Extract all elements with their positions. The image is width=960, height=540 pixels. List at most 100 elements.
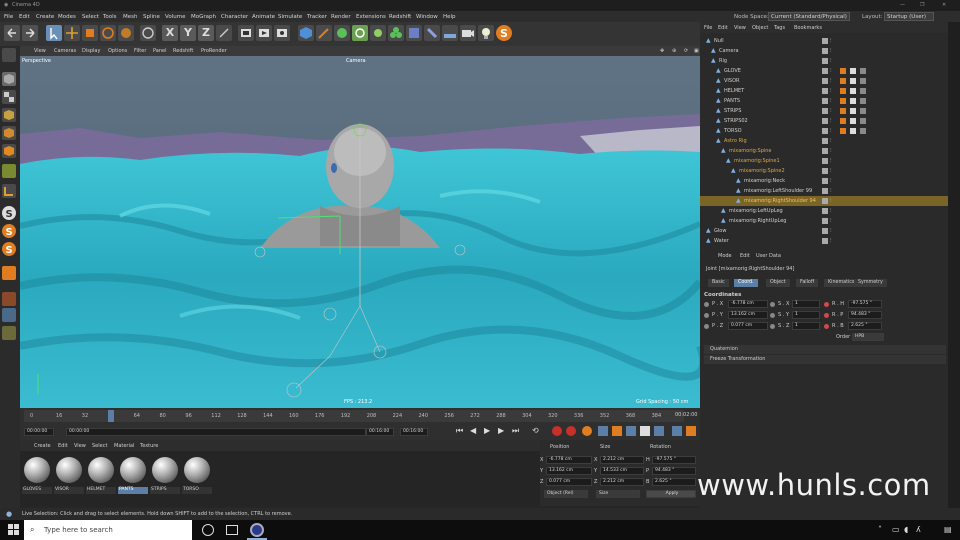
attribute-tab[interactable]: Object bbox=[766, 279, 790, 287]
visibility-check-icon[interactable] bbox=[822, 98, 828, 104]
viewport-menu-options[interactable]: Options bbox=[108, 48, 127, 54]
object-row[interactable]: ▲ TORSO ⁝ bbox=[700, 126, 948, 136]
model-mode-icon[interactable] bbox=[2, 72, 16, 86]
editor-render-dots-icon[interactable]: ⁝ bbox=[830, 216, 832, 226]
cube-icon[interactable] bbox=[298, 25, 314, 41]
coordinate-mode-select[interactable]: Object (Rel) bbox=[544, 490, 588, 498]
editor-render-dots-icon[interactable]: ⁝ bbox=[830, 56, 832, 66]
material-tag-icon[interactable] bbox=[840, 78, 846, 84]
preview-min-field[interactable]: 00:00:00 bbox=[66, 428, 366, 436]
menu-modes[interactable]: Modes bbox=[58, 14, 76, 20]
texture-mode-icon[interactable] bbox=[2, 90, 16, 104]
editor-render-dots-icon[interactable]: ⁝ bbox=[830, 156, 832, 166]
editor-render-dots-icon[interactable]: ⁝ bbox=[830, 36, 832, 46]
viewport-perspective[interactable]: Perspective Camera FPS : 213.2 Grid Spac… bbox=[20, 56, 700, 408]
animate-dot-icon[interactable] bbox=[824, 313, 829, 318]
workplane-icon[interactable] bbox=[2, 266, 16, 280]
texture-tag-icon[interactable] bbox=[850, 128, 856, 134]
animate-dot-icon[interactable] bbox=[824, 324, 829, 329]
redo-button[interactable] bbox=[22, 25, 38, 41]
size-z-field[interactable]: 2.212 cm bbox=[600, 478, 644, 486]
visibility-check-icon[interactable] bbox=[822, 138, 828, 144]
viewport-menu-panel[interactable]: Panel bbox=[153, 48, 167, 54]
object-menu-tags[interactable]: Tags bbox=[774, 25, 785, 31]
subdivision-icon[interactable] bbox=[334, 25, 350, 41]
rotation-h-field[interactable]: -97.575 ° bbox=[652, 456, 696, 464]
node-space-select[interactable]: Current (Standard/Physical) bbox=[768, 12, 850, 21]
order-select[interactable]: HPB bbox=[852, 333, 884, 341]
material-tag-icon[interactable] bbox=[840, 88, 846, 94]
apply-button[interactable]: Apply bbox=[646, 490, 696, 498]
object-row[interactable]: ▲ STRIPS02 ⁝ bbox=[700, 116, 948, 126]
position-z-field[interactable]: 0.077 cm bbox=[546, 478, 592, 486]
attribute-tab[interactable]: Falloff bbox=[796, 279, 819, 287]
editor-render-dots-icon[interactable]: ⁝ bbox=[830, 76, 832, 86]
material-swatch[interactable]: STRIPS bbox=[150, 455, 180, 494]
attr-rotation-field[interactable]: 2.625 ° bbox=[848, 322, 882, 330]
visibility-check-icon[interactable] bbox=[822, 158, 828, 164]
menu-redshift[interactable]: Redshift bbox=[389, 14, 411, 20]
rotate-icon[interactable] bbox=[100, 25, 116, 41]
menu-mograph[interactable]: MoGraph bbox=[191, 14, 216, 20]
scale-key-button[interactable] bbox=[612, 426, 622, 436]
object-row[interactable]: ▲ mixamorig:LeftShoulder 99 ⁝ bbox=[700, 186, 948, 196]
menu-tools[interactable]: Tools bbox=[103, 14, 117, 20]
editor-render-dots-icon[interactable]: ⁝ bbox=[830, 186, 832, 196]
keyframe-selection-button[interactable] bbox=[582, 426, 592, 436]
undo-button[interactable] bbox=[4, 25, 20, 41]
editor-render-dots-icon[interactable]: ⁝ bbox=[830, 236, 832, 246]
weight-tag-icon[interactable] bbox=[860, 88, 866, 94]
visibility-check-icon[interactable] bbox=[822, 78, 828, 84]
minimize-button[interactable]: — bbox=[900, 2, 905, 8]
object-mode-icon[interactable] bbox=[140, 25, 156, 41]
scale-icon[interactable] bbox=[82, 25, 98, 41]
viewport-zoom-icon[interactable]: ⊕ bbox=[672, 48, 676, 54]
weight-tag-icon[interactable] bbox=[860, 118, 866, 124]
editor-render-dots-icon[interactable]: ⁝ bbox=[830, 66, 832, 76]
material-tag-icon[interactable] bbox=[840, 68, 846, 74]
texture-tag-icon[interactable] bbox=[850, 98, 856, 104]
object-row[interactable]: ▲ mixamorig:RightUpLeg ⁝ bbox=[700, 216, 948, 226]
animate-dot-icon[interactable] bbox=[704, 313, 709, 318]
timeline-window-button[interactable] bbox=[672, 426, 682, 436]
next-frame-button[interactable]: ▶ bbox=[498, 426, 504, 435]
floor-icon[interactable] bbox=[442, 25, 458, 41]
material-tag-icon[interactable] bbox=[840, 128, 846, 134]
size-y-field[interactable]: 14.533 cm bbox=[600, 467, 644, 475]
attr-rotation-field[interactable]: 94.483 ° bbox=[848, 311, 882, 319]
visibility-check-icon[interactable] bbox=[822, 168, 828, 174]
menu-edit[interactable]: Edit bbox=[19, 14, 30, 20]
viewport-toggle-icon[interactable]: ▣ bbox=[694, 48, 699, 54]
material-tag-icon[interactable] bbox=[840, 98, 846, 104]
rotation-b-field[interactable]: 2.625 ° bbox=[652, 478, 696, 486]
axis-mode-icon[interactable] bbox=[2, 164, 16, 178]
attr-rotation-field[interactable]: -97.575 ° bbox=[848, 300, 882, 308]
object-row[interactable]: ▲ GLOVE ⁝ bbox=[700, 66, 948, 76]
material-menu-create[interactable]: Create bbox=[34, 443, 51, 449]
viewport-menu-cameras[interactable]: Cameras bbox=[54, 48, 76, 54]
object-row[interactable]: ▲ Rig ⁝ bbox=[700, 56, 948, 66]
rotation-p-field[interactable]: 94.483 ° bbox=[652, 467, 696, 475]
material-swatch[interactable]: VISOR bbox=[54, 455, 84, 494]
visibility-check-icon[interactable] bbox=[822, 48, 828, 54]
visibility-check-icon[interactable] bbox=[822, 188, 828, 194]
paint-icon[interactable] bbox=[2, 292, 16, 306]
position-y-field[interactable]: 13.162 cm bbox=[546, 467, 592, 475]
playhead[interactable] bbox=[108, 410, 114, 422]
material-menu-view[interactable]: View bbox=[74, 443, 86, 449]
editor-render-dots-icon[interactable]: ⁝ bbox=[830, 136, 832, 146]
editor-render-dots-icon[interactable]: ⁝ bbox=[830, 116, 832, 126]
material-tag-icon[interactable] bbox=[840, 118, 846, 124]
cinema4d-taskbar-icon[interactable] bbox=[250, 523, 264, 537]
editor-render-dots-icon[interactable]: ⁝ bbox=[830, 196, 832, 206]
visibility-check-icon[interactable] bbox=[822, 38, 828, 44]
object-row[interactable]: ▲ STRIPS ⁝ bbox=[700, 106, 948, 116]
notifications-icon[interactable]: ▤ bbox=[944, 525, 952, 534]
object-row[interactable]: ▲ Astro Rig ⁝ bbox=[700, 136, 948, 146]
material-tag-icon[interactable] bbox=[840, 108, 846, 114]
object-menu-object[interactable]: Object bbox=[752, 25, 768, 31]
render-settings-icon[interactable] bbox=[274, 25, 290, 41]
visibility-check-icon[interactable] bbox=[822, 228, 828, 234]
viewport-menu-redshift[interactable]: Redshift bbox=[173, 48, 193, 54]
editor-render-dots-icon[interactable]: ⁝ bbox=[830, 146, 832, 156]
